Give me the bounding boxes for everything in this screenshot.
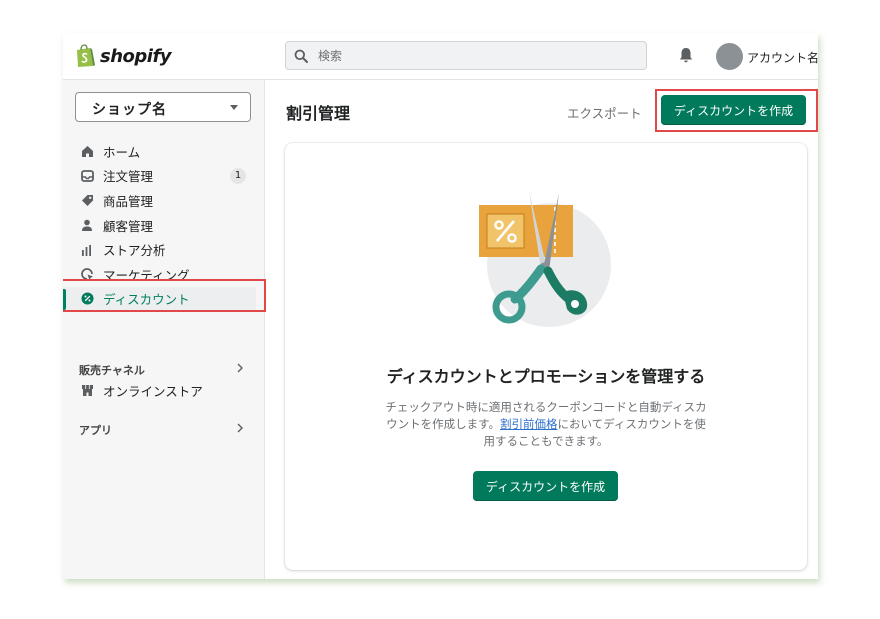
bell-icon[interactable] [677, 46, 695, 64]
sidebar-item-label: 顧客管理 [103, 218, 154, 234]
search-input[interactable] [316, 47, 620, 64]
scissors-coupon-icon [479, 191, 611, 327]
avatar[interactable] [716, 43, 743, 70]
app-window: shopify アカウント名 ショップ名 ホーム [63, 33, 818, 579]
search-bar[interactable] [285, 41, 647, 70]
account-name[interactable]: アカウント名 [747, 49, 818, 66]
chevron-right-icon[interactable] [236, 423, 244, 433]
sidebar-item-label: ストア分析 [103, 243, 166, 259]
sidebar-item-label: 商品管理 [103, 193, 154, 209]
top-bar: shopify アカウント名 [63, 33, 818, 80]
sidebar-item-products[interactable]: 商品管理 [63, 188, 264, 213]
sidebar-item-label: オンラインストア [103, 383, 203, 399]
sidebar-item-customers[interactable]: 顧客管理 [63, 213, 264, 238]
apps-heading: アプリ [79, 424, 112, 437]
compare-at-price-link[interactable]: 割引前価格 [500, 417, 558, 431]
search-icon [294, 49, 308, 63]
sidebar-item-label: ホーム [103, 144, 141, 160]
sidebar-item-online-store[interactable]: オンラインストア [63, 378, 264, 403]
empty-state-card: ディスカウントとプロモーションを管理する チェックアウト時に適用されるクーポンコ… [285, 143, 807, 570]
sidebar-item-analytics[interactable]: ストア分析 [63, 237, 264, 262]
tag-icon [80, 193, 94, 207]
chevron-right-icon[interactable] [236, 363, 244, 373]
page-title: 割引管理 [286, 104, 351, 123]
orders-icon [80, 169, 94, 183]
shopify-logo[interactable]: shopify [74, 44, 172, 68]
sidebar: ショップ名 ホーム 注文管理 1 商品管理 顧客管理 ストア分析 マーケティング… [63, 80, 265, 579]
sidebar-item-orders[interactable]: 注文管理 1 [63, 164, 264, 189]
logo-text: shopify [100, 45, 172, 67]
sales-channels-heading: 販売チャネル [79, 364, 145, 377]
orders-count-badge: 1 [230, 167, 246, 184]
empty-state-heading: ディスカウントとプロモーションを管理する [386, 367, 706, 386]
shop-selector[interactable]: ショップ名 [75, 92, 251, 122]
caret-down-icon [230, 105, 238, 110]
sidebar-item-label: 注文管理 [103, 169, 154, 185]
store-icon [80, 383, 94, 397]
home-icon [80, 144, 94, 158]
empty-state-description: チェックアウト時に適用されるクーポンコードと自動ディスカウントを作成します。割引… [381, 399, 711, 450]
create-discount-button-empty-state[interactable]: ディスカウントを作成 [473, 471, 618, 501]
highlight-outline-discounts [63, 279, 266, 312]
shop-name: ショップ名 [92, 102, 167, 118]
shopify-bag-icon [77, 44, 95, 67]
analytics-icon [80, 243, 94, 257]
highlight-outline-create-button [655, 89, 818, 132]
export-button[interactable]: エクスポート [567, 103, 642, 122]
sidebar-item-home[interactable]: ホーム [63, 139, 264, 164]
person-icon [80, 218, 94, 232]
